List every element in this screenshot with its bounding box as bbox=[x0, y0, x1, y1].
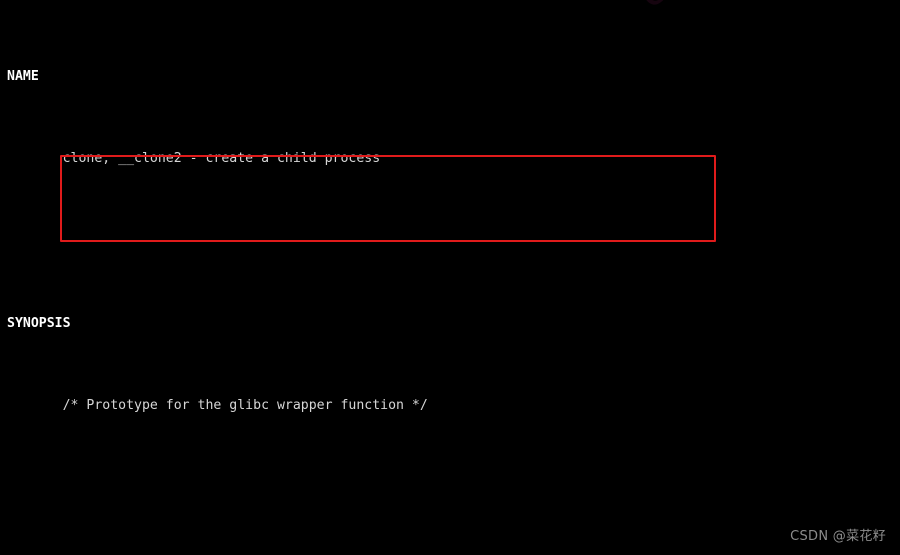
terminal-window: CSDN NAME clone, __clone2 - create a chi… bbox=[0, 0, 900, 555]
csdn-watermark: CSDN @菜花籽 bbox=[790, 529, 886, 545]
name-description-line: clone, __clone2 - create a child process bbox=[7, 151, 381, 167]
heading-text: SYNOPSIS bbox=[7, 315, 71, 331]
comment-glibc-wrapper: /* Prototype for the glibc wrapper funct… bbox=[7, 398, 428, 414]
section-heading-synopsis: SYNOPSIS bbox=[0, 314, 900, 335]
heading-text: NAME bbox=[7, 68, 39, 84]
man-page-content: NAME clone, __clone2 - create a child pr… bbox=[0, 5, 900, 555]
section-heading-name: NAME bbox=[0, 67, 900, 88]
